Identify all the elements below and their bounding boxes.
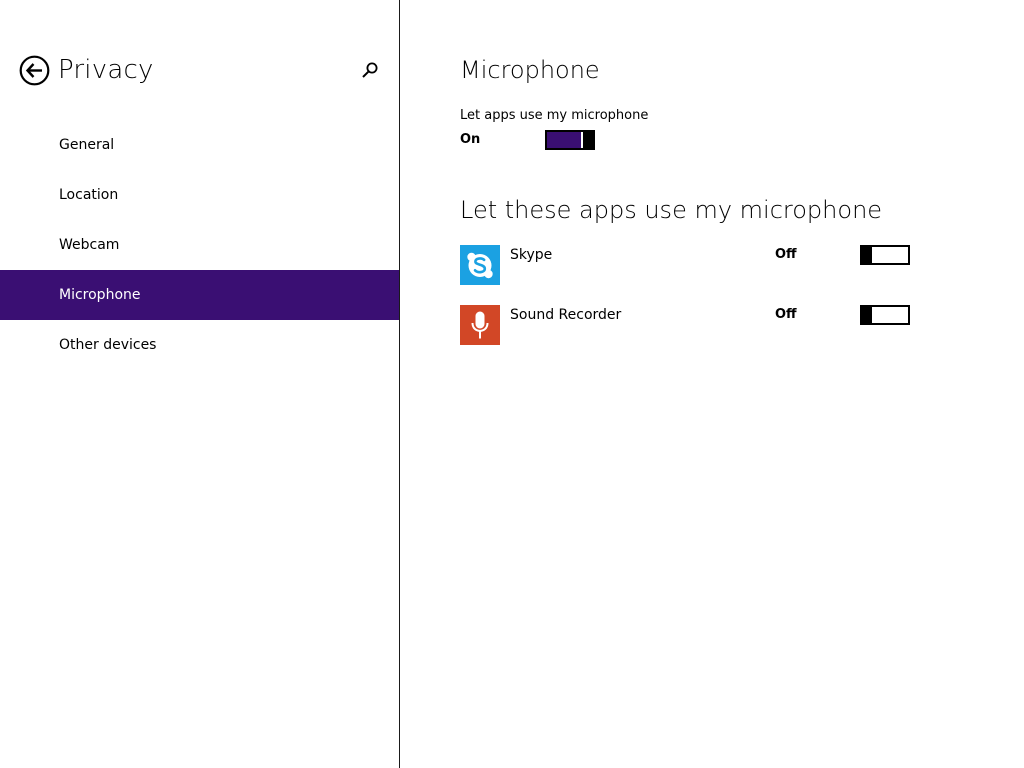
sound-recorder-icon (460, 305, 500, 345)
skype-microphone-toggle[interactable] (860, 245, 910, 265)
back-arrow-icon (19, 55, 50, 86)
sidebar: Privacy General Location Webcam Micropho… (0, 0, 399, 768)
nav-item-general[interactable]: General (0, 120, 399, 170)
nav-item-label: Other devices (59, 337, 157, 353)
app-row-sound-recorder: Sound Recorder Off (460, 305, 960, 345)
sound-recorder-microphone-toggle[interactable] (860, 305, 910, 325)
nav-item-microphone[interactable]: Microphone (0, 270, 399, 320)
toggle-thumb (583, 130, 595, 150)
toggle-thumb (860, 305, 872, 325)
toggle-fill (547, 132, 581, 148)
nav-item-location[interactable]: Location (0, 170, 399, 220)
app-state: Off (775, 247, 797, 262)
nav-item-label: Microphone (59, 287, 141, 303)
app-row-skype: Skype Off (460, 245, 960, 285)
privacy-nav: General Location Webcam Microphone Other… (0, 120, 399, 370)
toggle-thumb (860, 245, 872, 265)
master-setting-label: Let apps use my microphone (460, 108, 649, 123)
search-button[interactable] (360, 60, 380, 80)
master-setting-state: On (460, 132, 481, 147)
settings-window: Privacy General Location Webcam Micropho… (0, 0, 1024, 768)
nav-item-webcam[interactable]: Webcam (0, 220, 399, 270)
skype-icon (460, 245, 500, 285)
main-content: Microphone Let apps use my microphone On… (400, 0, 1024, 768)
app-state: Off (775, 307, 797, 322)
pane-title: Privacy (58, 55, 154, 85)
back-button[interactable] (19, 55, 50, 86)
app-name: Sound Recorder (510, 307, 622, 323)
nav-item-other-devices[interactable]: Other devices (0, 320, 399, 370)
master-microphone-toggle[interactable] (545, 130, 595, 150)
nav-item-label: Location (59, 187, 119, 203)
nav-item-label: General (59, 137, 115, 153)
apps-heading: Let these apps use my microphone (460, 196, 883, 224)
section-title: Microphone (460, 56, 600, 84)
app-name: Skype (510, 247, 553, 263)
search-icon (362, 62, 378, 78)
nav-item-label: Webcam (59, 237, 120, 253)
